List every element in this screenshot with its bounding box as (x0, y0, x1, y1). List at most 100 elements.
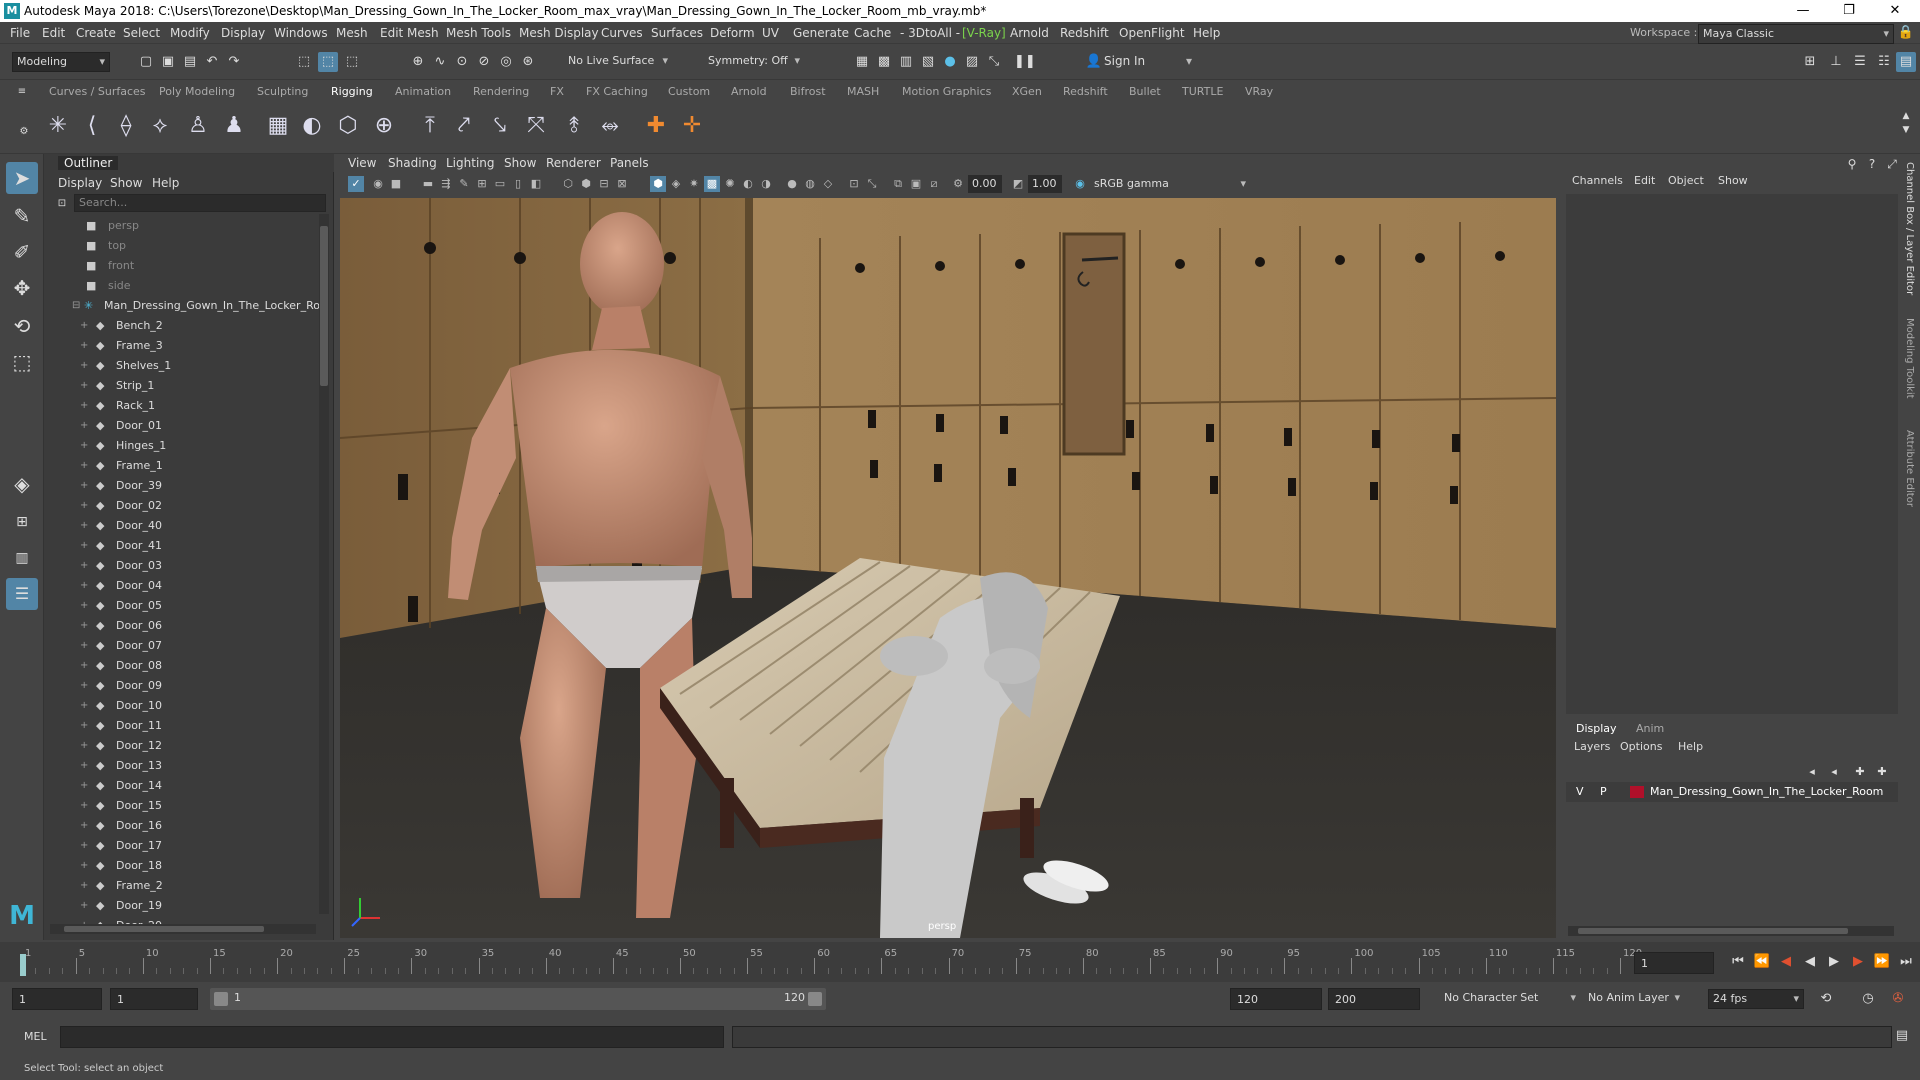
layer-playback-toggle[interactable]: P (1600, 785, 1607, 798)
xray-joints-icon[interactable]: ◍ (802, 176, 818, 192)
outliner-item[interactable]: + ◆ Door_03 (44, 556, 324, 576)
textured-icon[interactable]: ◈ (668, 176, 684, 192)
expand-icon[interactable]: + (80, 556, 88, 576)
expand-icon[interactable]: + (80, 576, 88, 596)
expand-icon[interactable]: + (80, 616, 88, 636)
outliner-item[interactable]: + ◆ Door_11 (44, 716, 324, 736)
snap-vertex-icon[interactable]: ⊛ (518, 52, 538, 72)
outliner-camera-front[interactable]: ■ front (44, 256, 324, 276)
outliner-group-root[interactable]: ⊟ ✳ Man_Dressing_Gown_In_The_Locker_Room (44, 296, 324, 316)
tab-motion-graphics[interactable]: Motion Graphics (902, 85, 991, 98)
parent-constraint-icon[interactable]: ⥉ (558, 110, 590, 142)
step-forward-key-icon[interactable]: ⏩ (1872, 952, 1892, 972)
outliner-item[interactable]: + ◆ Door_41 (44, 536, 324, 556)
select-object-icon[interactable]: ⬚ (318, 52, 338, 72)
two-d-pan-icon[interactable]: ⇶ (438, 176, 454, 192)
step-back-key-icon[interactable]: ⏪ (1752, 952, 1772, 972)
tab-rendering[interactable]: Rendering (473, 85, 529, 98)
outliner-item[interactable]: + ◆ Door_10 (44, 696, 324, 716)
lasso-tool-icon[interactable]: ✎ (6, 200, 38, 232)
expand-icon[interactable]: + (80, 696, 88, 716)
expand-icon[interactable]: + (80, 816, 88, 836)
viewport-menu-renderer[interactable]: Renderer (546, 156, 601, 170)
expand-icon[interactable]: + (80, 536, 88, 556)
play-backward-icon[interactable]: ◀ (1800, 952, 1820, 972)
move-layer-up-icon[interactable]: ◂ (1802, 762, 1822, 782)
undo-icon[interactable]: ↶ (202, 52, 222, 72)
menu-deform[interactable]: Deform (710, 26, 755, 40)
image-plane-icon[interactable]: ▬ (420, 176, 436, 192)
menu-help[interactable]: Help (1193, 26, 1220, 40)
expand-icon[interactable]: + (80, 776, 88, 796)
pole-vector-icon[interactable]: ⥈ (594, 110, 626, 142)
script-editor-icon[interactable]: ▤ (1892, 1026, 1912, 1046)
four-view-layout-icon[interactable]: ⊞ (6, 506, 38, 538)
wireframe-on-shaded-icon[interactable]: ⊟ (596, 176, 612, 192)
ik-handle-icon[interactable]: ⟨ (76, 110, 108, 142)
collapse-icon[interactable]: ⊟ (72, 296, 80, 316)
outliner-item[interactable]: + ◆ Door_19 (44, 896, 324, 916)
motion-blur-icon[interactable]: ◐ (740, 176, 756, 192)
tab-display-layers[interactable]: Display (1576, 722, 1617, 735)
expand-icon[interactable]: + (80, 636, 88, 656)
float-panel-icon[interactable]: ⤢ (1882, 154, 1902, 174)
quick-rig-icon[interactable]: ♟ (218, 110, 250, 142)
safe-area-icon[interactable]: ▣ (908, 176, 924, 192)
outliner-item[interactable]: + ◆ Door_06 (44, 616, 324, 636)
gate-mask-icon[interactable]: ◧ (528, 176, 544, 192)
use-all-lights-icon[interactable]: ✷ (686, 176, 702, 192)
channel-box-area[interactable] (1566, 194, 1898, 714)
outliner-search-input[interactable]: Search... (74, 194, 326, 212)
ik-spline-icon[interactable]: ⟠ (110, 110, 142, 142)
menu-curves[interactable]: Curves (601, 26, 643, 40)
save-scene-icon[interactable]: ▤ (180, 52, 200, 72)
menu-set-dropdown[interactable]: Modeling (12, 52, 110, 72)
expand-icon[interactable]: + (80, 876, 88, 896)
toggle-channel-box-icon[interactable]: ▤ (1896, 52, 1916, 72)
scene-end-field[interactable]: 200 (1328, 988, 1420, 1010)
workspace-dropdown[interactable]: Maya Classic (1698, 24, 1894, 44)
outliner-menu-help[interactable]: Help (152, 176, 179, 190)
select-camera-icon[interactable]: ✓ (348, 176, 364, 192)
anti-aliasing-icon[interactable]: ◑ (758, 176, 774, 192)
outliner-menu-show[interactable]: Show (110, 176, 142, 190)
channels-object-menu[interactable]: Object (1668, 174, 1704, 187)
aim-constraint-icon[interactable]: ⤤ (448, 110, 480, 142)
select-hierarchy-icon[interactable]: ⬚ (294, 52, 314, 72)
snap-point-icon[interactable]: ⊙ (452, 52, 472, 72)
expand-icon[interactable]: + (80, 376, 88, 396)
animation-preferences-icon[interactable]: ✇ (1888, 989, 1908, 1009)
resolution-gate-icon[interactable]: ▯ (510, 176, 526, 192)
menu-create[interactable]: Create (76, 26, 116, 40)
select-tool-icon[interactable]: ➤ (6, 162, 38, 194)
shelf-options-icon[interactable]: ⚙ (14, 122, 34, 142)
wireframe-icon[interactable]: ⬡ (560, 176, 576, 192)
tab-animation[interactable]: Animation (395, 85, 451, 98)
humanik-icon[interactable]: ♙ (182, 110, 214, 142)
point-constraint-icon[interactable]: ⤒ (414, 110, 446, 142)
menu-edit[interactable]: Edit (42, 26, 65, 40)
shadows-icon[interactable]: ▩ (704, 176, 720, 192)
grid-toggle-icon[interactable]: ⊞ (474, 176, 490, 192)
tab-xgen[interactable]: XGen (1012, 85, 1042, 98)
vray-frame-buffer-icon[interactable]: ▨ (962, 52, 982, 72)
add-influence-icon[interactable]: ✚ (640, 110, 672, 142)
toggle-modeling-toolkit-icon[interactable]: ⊞ (1800, 52, 1820, 72)
shelf-scroll-down-icon[interactable]: ▼ (1896, 120, 1916, 140)
step-back-frame-icon[interactable]: ◀ (1776, 952, 1796, 972)
smooth-shade-icon[interactable]: ⬢ (578, 176, 594, 192)
menu-vray[interactable]: [V-Ray] (962, 26, 1006, 40)
outliner-item[interactable]: + ◆ Frame_3 (44, 336, 324, 356)
menu-modify[interactable]: Modify (170, 26, 210, 40)
camera-select-icon[interactable]: ⤡ (864, 176, 880, 192)
expand-icon[interactable]: + (80, 416, 88, 436)
viewport-renderer-icon[interactable]: ⊡ (846, 176, 862, 192)
expand-icon[interactable]: + (80, 336, 88, 356)
ambient-occlusion-icon[interactable]: ✺ (722, 176, 738, 192)
tab-fx[interactable]: FX (550, 85, 564, 98)
expand-icon[interactable]: + (80, 516, 88, 536)
current-frame-field[interactable]: 1 (1634, 952, 1714, 974)
fps-dropdown[interactable]: 24 fps (1708, 989, 1804, 1009)
expand-icon[interactable]: + (80, 436, 88, 456)
expand-icon[interactable]: + (80, 716, 88, 736)
